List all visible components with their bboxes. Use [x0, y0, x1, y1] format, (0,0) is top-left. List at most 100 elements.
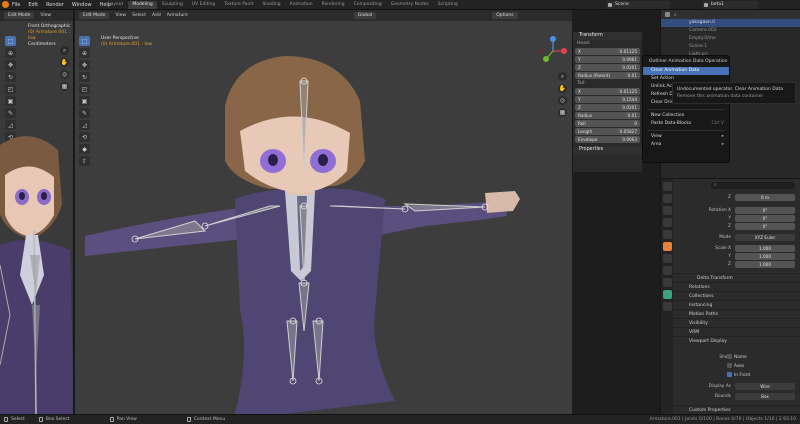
hand-pan-icon[interactable]: ✋: [60, 58, 69, 67]
section-motion-paths[interactable]: Motion Paths: [673, 309, 800, 318]
tab-geometry-nodes[interactable]: Geometry Nodes: [387, 1, 433, 9]
tab-uv-editing[interactable]: UV Editing: [188, 1, 219, 9]
menu-render[interactable]: Render: [46, 2, 64, 8]
tab-layout[interactable]: Layout: [104, 1, 127, 9]
radius-parent-field[interactable]: Radius (Parent) 0.01: [575, 72, 640, 79]
scene-selector[interactable]: Scene: [606, 1, 670, 9]
rotation-mode-dropdown[interactable]: XYZ Euler: [735, 234, 795, 241]
tab-scripting[interactable]: Scripting: [434, 1, 462, 9]
radius-field[interactable]: Radius 0.01: [575, 112, 640, 119]
render-tab-icon[interactable]: [662, 194, 672, 203]
section-visibility[interactable]: Visibility: [673, 318, 800, 327]
tab-rendering[interactable]: Rendering: [318, 1, 349, 9]
show-name-checkbox[interactable]: Name: [727, 354, 747, 360]
rotation-y-field[interactable]: 0°: [735, 215, 795, 222]
scale-tool-icon[interactable]: ◰: [5, 84, 16, 94]
display-as-dropdown[interactable]: Wire: [735, 383, 795, 390]
camera-view-icon[interactable]: ◎: [60, 70, 69, 79]
rotation-z-field[interactable]: 0°: [735, 223, 795, 230]
left-mode-dropdown[interactable]: Edit Mode: [4, 12, 35, 19]
data-tab-icon[interactable]: [662, 290, 672, 299]
main-viewport[interactable]: Edit Mode View Select Add Armature Globa…: [75, 10, 572, 414]
main-armature-menu[interactable]: Armature: [167, 13, 188, 18]
main-mode-dropdown[interactable]: Edit Mode: [79, 12, 110, 19]
transform-panel-header[interactable]: Transform: [573, 32, 642, 40]
object-tab-icon[interactable]: [662, 242, 672, 251]
properties-search[interactable]: ⌕: [711, 182, 795, 189]
in-front-checkbox-box[interactable]: [727, 372, 732, 377]
main-view-menu[interactable]: View: [115, 13, 126, 18]
world-tab-icon[interactable]: [662, 230, 672, 239]
tab-texture-paint[interactable]: Texture Paint: [220, 1, 257, 9]
head-y-field[interactable]: Y 0.0961: [575, 56, 640, 63]
tail-z-field[interactable]: Z 0.0201: [575, 104, 640, 111]
tab-sculpting[interactable]: Sculpting: [158, 1, 187, 9]
scale-y-field[interactable]: 1.000: [735, 253, 795, 260]
outliner-top-item[interactable]: yakogaon.ll: [661, 19, 800, 27]
tail-y-field[interactable]: Y 0.1544: [575, 96, 640, 103]
outliner-filter-icon[interactable]: [665, 12, 670, 17]
rotate-tool-icon[interactable]: ↻: [5, 72, 16, 82]
tab-shading[interactable]: Shading: [258, 1, 284, 9]
length-field[interactable]: Length 0.05827: [575, 128, 640, 135]
bone-tab-icon[interactable]: [662, 302, 672, 311]
move-tool-icon[interactable]: ✥: [5, 60, 16, 70]
left-view-menu[interactable]: View: [40, 13, 51, 18]
outliner-item-3[interactable]: Scene.1: [661, 43, 800, 51]
scale-x-field[interactable]: 1.000: [735, 245, 795, 252]
tab-compositing[interactable]: Compositing: [350, 1, 386, 9]
name-checkbox-box[interactable]: [727, 354, 732, 359]
tab-modeling[interactable]: Modeling: [128, 1, 157, 9]
properties-panel-header[interactable]: Properties: [573, 146, 642, 154]
section-collections[interactable]: Collections: [673, 291, 800, 300]
blender-logo-icon[interactable]: [2, 1, 9, 8]
menu-item-area[interactable]: Area ▸: [643, 141, 729, 149]
section-delta-transform[interactable]: Delta Transform: [673, 273, 800, 282]
scale-z-field[interactable]: 1.000: [735, 261, 795, 268]
location-z-field[interactable]: 0 m: [735, 194, 795, 201]
menu-item-paste-data-blocks[interactable]: Paste Data-Blocks Ctrl V: [643, 120, 729, 128]
measure-tool-icon[interactable]: ◿: [5, 120, 16, 130]
sidebar-npanel[interactable]: Transform Head: X 0.01125 Y 0.0961 Z 0.0201…: [572, 32, 642, 172]
main-select-menu[interactable]: Select: [132, 13, 146, 18]
menu-item-new-collection[interactable]: New Collection: [643, 112, 729, 120]
main-add-menu[interactable]: Add: [152, 13, 161, 18]
output-tab-icon[interactable]: [662, 206, 672, 215]
head-z-field[interactable]: Z 0.0201: [575, 64, 640, 71]
menu-item-clear-animation-data[interactable]: Clear Animation Data: [643, 67, 729, 75]
menu-edit[interactable]: Edit: [28, 2, 38, 8]
envelope-field[interactable]: Envelope 0.0063: [575, 136, 640, 143]
constraint-tab-icon[interactable]: [662, 278, 672, 287]
show-in-front-checkbox[interactable]: In Front: [727, 372, 750, 378]
scene-tab-icon[interactable]: [662, 218, 672, 227]
roll-field[interactable]: Roll 0: [575, 120, 640, 127]
axes-checkbox-box[interactable]: [727, 363, 732, 368]
rotation-x-field[interactable]: 0°: [735, 207, 795, 214]
outliner-item-1[interactable]: Camera.002: [661, 27, 800, 35]
tool-tab-icon[interactable]: [662, 182, 672, 191]
section-custom-properties[interactable]: Custom Properties: [673, 405, 800, 414]
menu-window[interactable]: Window: [72, 2, 92, 8]
tail-x-field[interactable]: X 0.01125: [575, 88, 640, 95]
menu-file[interactable]: File: [12, 2, 20, 8]
left-nav-gizmo[interactable]: ⌕ ✋ ◎ ▦: [60, 46, 69, 91]
section-relations[interactable]: Relations: [673, 282, 800, 291]
menu-item-view[interactable]: View ▸: [643, 133, 729, 141]
annotate-tool-icon[interactable]: ✎: [5, 108, 16, 118]
section-viewport-display[interactable]: Viewport Display: [673, 336, 800, 345]
bounds-dropdown[interactable]: Box: [735, 393, 795, 400]
orientation-dropdown[interactable]: Global: [353, 12, 377, 19]
transform-tool-icon[interactable]: ▣: [5, 96, 16, 106]
head-x-field[interactable]: X 0.01125: [575, 48, 640, 55]
grid-toggle-icon[interactable]: ▦: [60, 82, 69, 91]
left-viewport[interactable]: Edit Mode View Front Orthographic (0) Ar…: [0, 10, 74, 414]
modifier-tab-icon[interactable]: [662, 254, 672, 263]
select-tool-icon[interactable]: ⬚: [5, 36, 16, 46]
options-dropdown[interactable]: Options: [492, 12, 518, 19]
physics-tab-icon[interactable]: [662, 266, 672, 275]
outliner-item-2[interactable]: Empty.0/me: [661, 35, 800, 43]
section-instancing[interactable]: Instancing: [673, 300, 800, 309]
outliner-search-icon[interactable]: ⌕: [674, 12, 677, 18]
section-vrm[interactable]: VRM: [673, 327, 800, 336]
show-axes-checkbox[interactable]: Axes: [727, 363, 744, 369]
